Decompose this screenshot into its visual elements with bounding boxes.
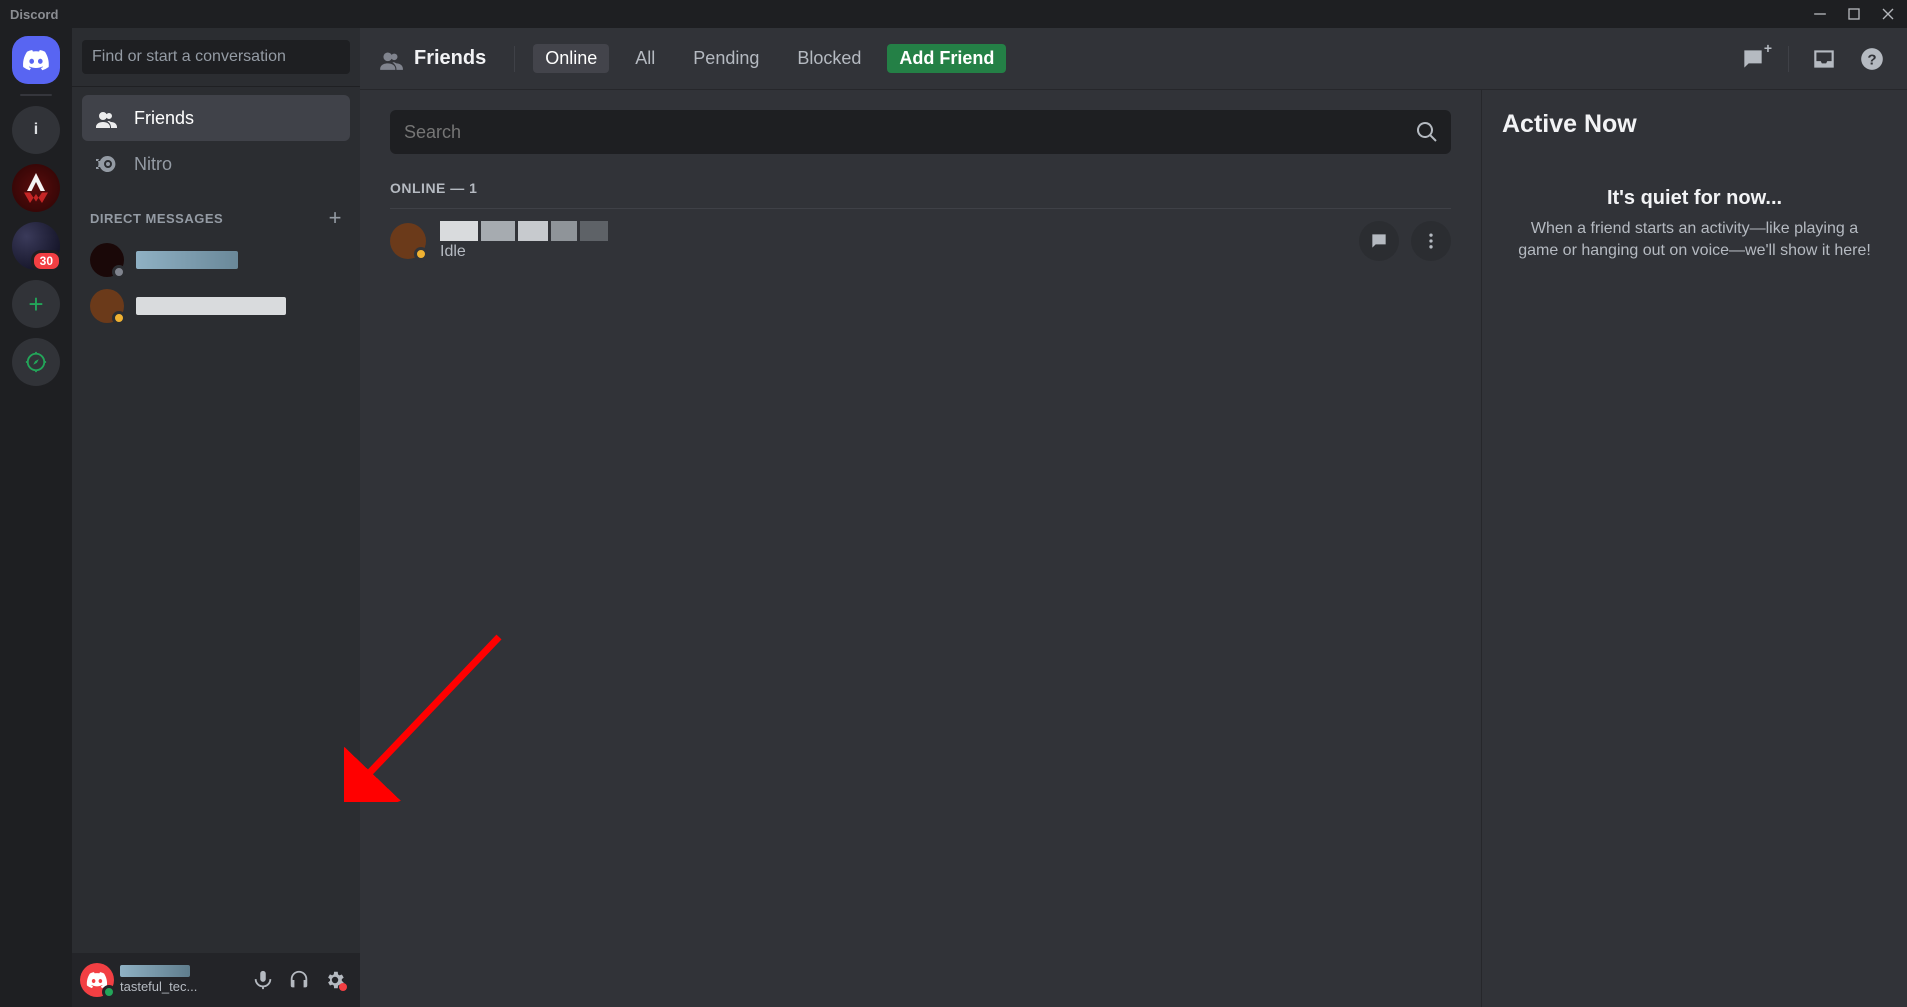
dm-item[interactable] <box>82 237 350 283</box>
server-galaxy[interactable]: 30 <box>12 222 60 270</box>
status-offline-icon <box>112 265 126 279</box>
sidebar-item-nitro[interactable]: Nitro <box>82 141 350 187</box>
create-dm-button[interactable]: + <box>329 205 342 231</box>
sidebar-item-label: Nitro <box>134 154 172 175</box>
more-vertical-icon <box>1421 231 1441 251</box>
home-button[interactable] <box>12 36 60 84</box>
compass-icon <box>25 351 47 373</box>
active-now-panel: Active Now It's quiet for now... When a … <box>1481 90 1907 1007</box>
dm-name-redacted <box>136 297 286 315</box>
status-idle-icon <box>112 311 126 325</box>
mention-badge: 30 <box>31 250 62 272</box>
dm-section-header: DIRECT MESSAGES + <box>72 187 360 237</box>
user-panel: tasteful_tec... <box>72 953 360 1007</box>
window-maximize-button[interactable] <box>1841 4 1867 24</box>
dm-name-redacted <box>136 251 238 269</box>
active-now-empty-body: When a friend starts an activity—like pl… <box>1502 218 1887 263</box>
tab-pending[interactable]: Pending <box>681 44 771 73</box>
friend-status: Idle <box>440 243 1345 261</box>
tab-all[interactable]: All <box>623 44 667 73</box>
app-name: Discord <box>10 7 58 22</box>
friends-list-pane: ONLINE — 1 Idle <box>360 90 1481 1007</box>
main-header: Friends Online All Pending Blocked Add F… <box>360 28 1907 90</box>
notification-dot <box>339 983 347 991</box>
microphone-icon <box>252 969 274 991</box>
help-icon: ? <box>1859 46 1885 72</box>
titlebar: Discord <box>0 0 1907 28</box>
tab-blocked[interactable]: Blocked <box>785 44 873 73</box>
main-pane: Friends Online All Pending Blocked Add F… <box>360 28 1907 1007</box>
avatar <box>90 243 124 277</box>
friends-icon <box>94 106 118 130</box>
user-settings-button[interactable] <box>318 963 352 997</box>
new-group-dm-button[interactable]: + <box>1736 42 1770 76</box>
divider <box>514 46 515 72</box>
more-button[interactable] <box>1411 221 1451 261</box>
svg-text:?: ? <box>1867 51 1876 68</box>
search-icon <box>1415 120 1439 144</box>
inbox-icon <box>1811 46 1837 72</box>
active-now-title: Active Now <box>1502 110 1887 139</box>
help-button[interactable]: ? <box>1855 42 1889 76</box>
friends-icon <box>378 46 404 72</box>
mute-button[interactable] <box>246 963 280 997</box>
add-friend-button[interactable]: Add Friend <box>887 44 1006 73</box>
avatar <box>90 289 124 323</box>
find-conversation-button[interactable]: Find or start a conversation <box>82 40 350 74</box>
message-plus-icon <box>1740 46 1766 72</box>
list-heading: ONLINE — 1 <box>390 180 1451 196</box>
apex-icon <box>18 170 54 206</box>
deafen-button[interactable] <box>282 963 316 997</box>
add-server-button[interactable]: + <box>12 280 60 328</box>
status-online-icon <box>102 985 116 999</box>
sidebar-item-friends[interactable]: Friends <box>82 95 350 141</box>
message-icon <box>1369 231 1389 251</box>
dm-item[interactable] <box>82 283 350 329</box>
explore-servers-button[interactable] <box>12 338 60 386</box>
dm-sidebar: Find or start a conversation Friends Nit… <box>72 28 360 1007</box>
friend-name-redacted <box>440 221 1345 241</box>
friend-row[interactable]: Idle <box>390 209 1451 274</box>
tab-online[interactable]: Online <box>533 44 609 73</box>
search-input[interactable] <box>390 110 1451 154</box>
server-apex[interactable] <box>12 164 60 212</box>
user-info[interactable]: tasteful_tec... <box>120 965 240 994</box>
plus-icon: + <box>28 289 43 320</box>
window-close-button[interactable] <box>1875 4 1901 24</box>
user-name-redacted <box>120 965 190 977</box>
server-info[interactable]: i <box>12 106 60 154</box>
nitro-icon <box>94 152 118 176</box>
dm-header-label: DIRECT MESSAGES <box>90 211 223 226</box>
info-icon: i <box>34 121 38 139</box>
sidebar-item-label: Friends <box>134 108 194 129</box>
user-avatar[interactable] <box>80 963 114 997</box>
page-title: Friends <box>414 47 486 70</box>
avatar <box>390 223 426 259</box>
server-rail: i 30 + <box>0 28 72 1007</box>
divider <box>1788 46 1789 72</box>
headphones-icon <box>288 969 310 991</box>
discord-logo-icon <box>22 46 50 74</box>
inbox-button[interactable] <box>1807 42 1841 76</box>
guild-separator <box>20 94 52 96</box>
window-minimize-button[interactable] <box>1807 4 1833 24</box>
status-idle-icon <box>414 247 428 261</box>
user-tag: tasteful_tec... <box>120 980 240 994</box>
message-button[interactable] <box>1359 221 1399 261</box>
active-now-empty-title: It's quiet for now... <box>1502 187 1887 210</box>
